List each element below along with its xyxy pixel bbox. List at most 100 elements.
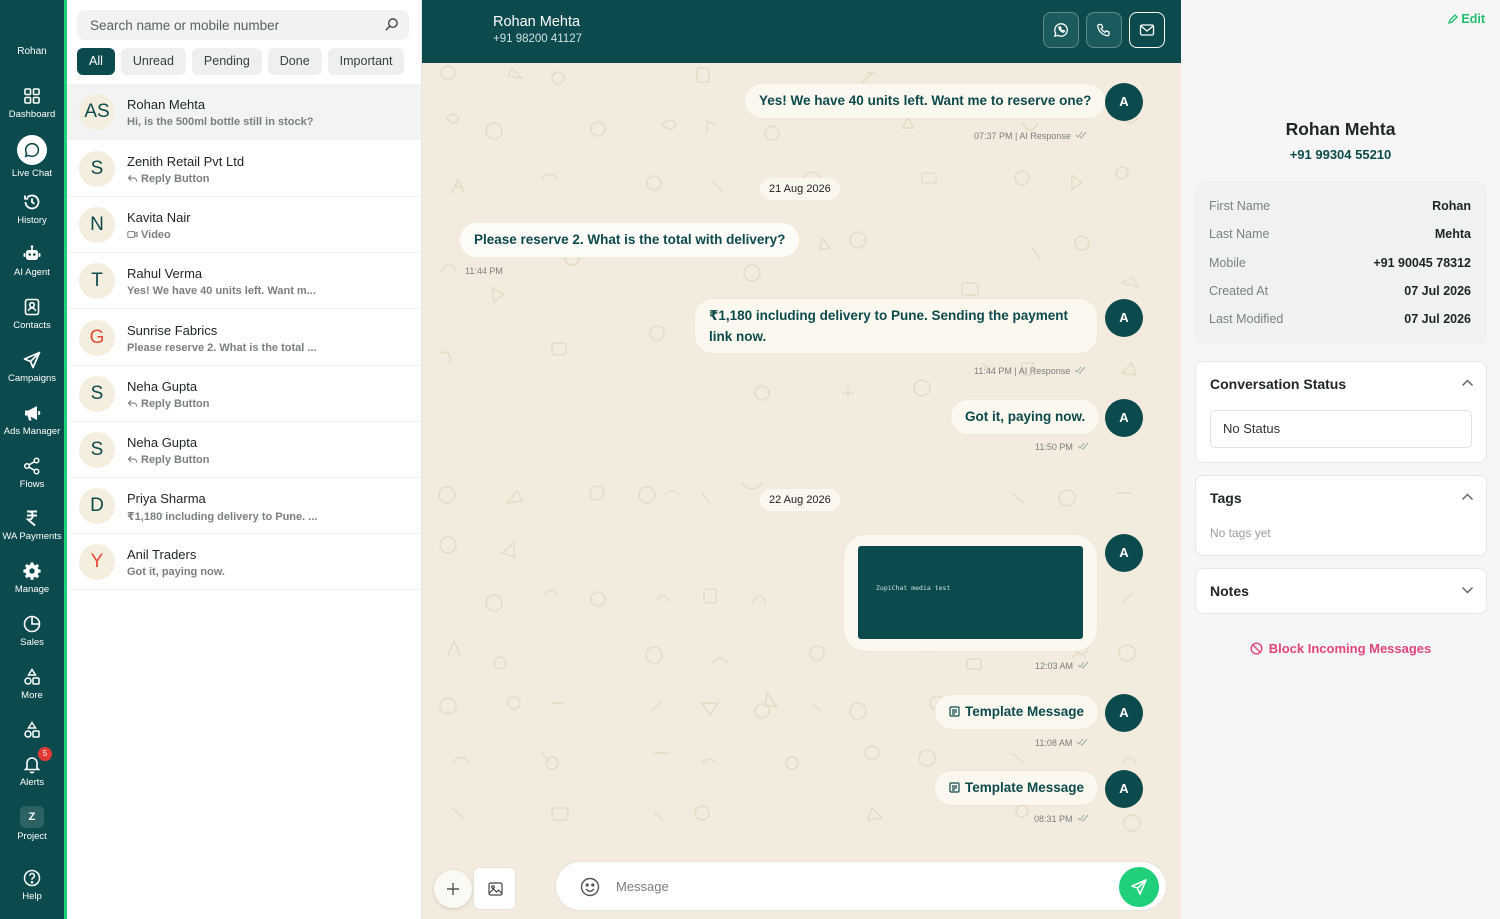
info-row-first-name: First Name Rohan xyxy=(1209,199,1471,213)
info-value: 07 Jul 2026 xyxy=(1404,284,1471,298)
nav-item-wa-payments[interactable]: WA Payments xyxy=(0,508,64,542)
message-meta: 12:03 AM xyxy=(1035,661,1089,671)
tags-card: Tags No tags yet xyxy=(1195,475,1487,556)
nav-label: Alerts xyxy=(19,777,45,788)
call-button[interactable] xyxy=(1086,12,1122,48)
filter-pending[interactable]: Pending xyxy=(191,48,262,75)
conversation-item[interactable]: G Sunrise Fabrics Please reserve 2. What… xyxy=(67,310,421,366)
info-value: Rohan xyxy=(1432,199,1471,213)
edit-button[interactable]: Edit xyxy=(1448,12,1485,26)
search-input[interactable] xyxy=(77,10,377,40)
conversation-item[interactable]: D Priya Sharma ₹1,180 including delivery… xyxy=(67,478,421,534)
block-incoming-button[interactable]: Block Incoming Messages xyxy=(1181,641,1500,656)
nav-item-contacts[interactable]: Contacts xyxy=(0,297,64,331)
filter-done[interactable]: Done xyxy=(267,48,322,75)
info-value: 07 Jul 2026 xyxy=(1404,312,1471,326)
media-preview[interactable]: ZupiChat media test xyxy=(858,546,1083,639)
notes-card[interactable]: Notes xyxy=(1195,568,1487,614)
message-bubble-outgoing: ₹1,180 including delivery to Pune. Sendi… xyxy=(695,299,1097,353)
info-row-last-name: Last Name Mehta xyxy=(1209,227,1471,241)
nav-item-project[interactable]: Z Project xyxy=(0,806,64,842)
nav-item-live-chat[interactable]: Live Chat xyxy=(0,135,64,179)
info-key: Mobile xyxy=(1209,256,1246,270)
nav-item-help[interactable]: Help xyxy=(0,868,64,902)
preview-text: Reply Button xyxy=(141,173,210,185)
shapes-icon xyxy=(24,721,40,738)
avatar: D xyxy=(79,488,115,524)
message-meta: 11:50 PM xyxy=(1035,442,1089,452)
help-icon xyxy=(23,869,41,887)
conversation-name: Zenith Retail Pvt Ltd xyxy=(127,154,245,169)
nav-item-ai-agent[interactable]: AI Agent xyxy=(0,244,64,278)
filter-chips: All Unread Pending Done Important xyxy=(77,48,405,75)
conversation-item[interactable]: T Rahul Verma Yes! We have 40 units left… xyxy=(67,253,421,309)
nav-item-sales[interactable]: Sales xyxy=(0,614,64,648)
conversation-preview: Please reserve 2. What is the total ... xyxy=(127,342,317,354)
template-icon xyxy=(949,782,960,793)
search-icon[interactable] xyxy=(384,17,399,32)
gear-icon xyxy=(23,562,41,580)
contact-name: Rohan Mehta xyxy=(1285,119,1396,139)
emoji-icon[interactable] xyxy=(580,877,600,897)
conversation-item[interactable]: S Neha Gupta Reply Button xyxy=(67,422,421,478)
nav-item-flows[interactable]: Flows xyxy=(0,456,64,490)
double-check-icon xyxy=(1077,738,1088,746)
nav-item-ads-manager[interactable]: Ads Manager xyxy=(0,403,64,437)
conversation-preview: Reply Button xyxy=(127,398,209,410)
chevron-up-icon[interactable] xyxy=(1461,492,1474,502)
nav-item-more[interactable]: More xyxy=(0,667,64,701)
conversation-name: Rohan Mehta xyxy=(127,97,206,112)
filter-all[interactable]: All xyxy=(77,48,115,75)
nav-item-manage[interactable]: Manage xyxy=(0,561,64,595)
chevron-up-icon[interactable] xyxy=(1461,378,1474,388)
conversation-item[interactable]: N Kavita Nair Video xyxy=(67,197,421,253)
email-button[interactable] xyxy=(1129,12,1165,48)
message-input[interactable] xyxy=(616,862,1096,910)
nav-item-campaigns[interactable]: Campaigns xyxy=(0,350,64,384)
nav-label: Project xyxy=(17,831,47,842)
info-key: Last Name xyxy=(1209,227,1270,241)
nav-item-shapes-2[interactable] xyxy=(0,720,64,740)
pencil-icon xyxy=(1448,14,1459,25)
nav-label: Help xyxy=(22,891,42,902)
send-icon xyxy=(23,351,41,369)
chat-panel: Rohan Mehta +91 98200 41127 Yes! We have… xyxy=(422,0,1181,919)
filter-unread[interactable]: Unread xyxy=(120,48,186,75)
nav-label: History xyxy=(17,215,47,226)
search-box xyxy=(77,10,409,40)
history-icon xyxy=(24,194,40,210)
send-button[interactable] xyxy=(1119,867,1159,907)
nav-user-name: Rohan xyxy=(17,46,47,57)
date-separator: 21 Aug 2026 xyxy=(760,178,840,200)
info-key: First Name xyxy=(1209,199,1271,213)
message-time: 12:03 AM xyxy=(1035,661,1074,671)
attach-button[interactable] xyxy=(434,870,472,908)
chevron-down-icon[interactable] xyxy=(1461,585,1474,595)
message-composer xyxy=(422,853,1181,919)
nav-label: Live Chat xyxy=(11,168,53,179)
status-select[interactable]: No Status xyxy=(1210,410,1472,448)
message-meta: 08:31 PM xyxy=(1034,814,1089,824)
megaphone-icon xyxy=(25,406,41,421)
filter-important[interactable]: Important xyxy=(327,48,405,75)
nav-item-dashboard[interactable]: Dashboard xyxy=(0,86,64,120)
image-icon xyxy=(488,882,503,896)
nav-item-history[interactable]: History xyxy=(0,192,64,226)
conversation-item[interactable]: Y Anil Traders Got it, paying now. xyxy=(67,534,421,590)
preview-text: Video xyxy=(141,229,171,241)
notes-title: Notes xyxy=(1210,583,1249,599)
conversation-item[interactable]: AS Rohan Mehta Hi, is the 500ml bottle s… xyxy=(67,84,421,140)
contact-details-panel: Edit Rohan Mehta +91 99304 55210 First N… xyxy=(1181,0,1500,919)
reply-icon xyxy=(127,174,138,182)
nav-label: Contacts xyxy=(13,320,51,331)
template-label: Template Message xyxy=(965,704,1085,719)
block-icon xyxy=(1250,642,1263,655)
image-button[interactable] xyxy=(473,867,516,910)
contact-info-card: First Name Rohan Last Name Mehta Mobile +91… xyxy=(1195,181,1487,345)
conversation-item[interactable]: S Neha Gupta Reply Button xyxy=(67,366,421,422)
video-icon xyxy=(127,231,138,238)
message-meta: 07:37 PM | AI Response xyxy=(974,131,1087,141)
nav-item-alerts[interactable]: 5 Alerts xyxy=(0,747,64,788)
whatsapp-button[interactable] xyxy=(1043,12,1079,48)
conversation-item[interactable]: S Zenith Retail Pvt Ltd Reply Button xyxy=(67,141,421,197)
